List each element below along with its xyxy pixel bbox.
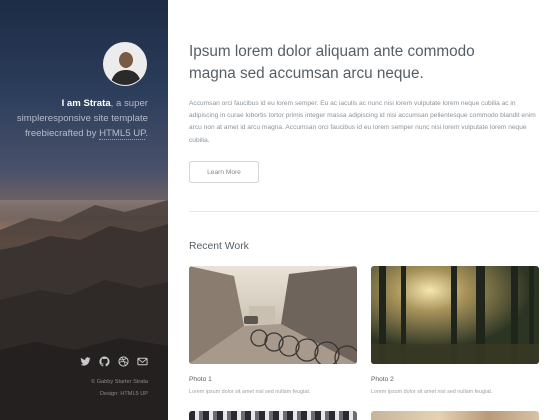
work-thumbnail-3-partial[interactable] [189, 411, 357, 420]
lead-paragraph: Accumsan orci faucibus id eu lorem sempe… [189, 100, 536, 144]
work-item-1: Photo 1 Lorem ipsum dolor sit amet nisl … [189, 266, 357, 395]
intro-line3-prefix: freebiecrafted by [24, 128, 100, 139]
intro-line1-rest: , a super [110, 98, 148, 109]
street-photo [189, 266, 357, 364]
learn-more-button[interactable]: Learn More [189, 161, 259, 183]
forest-photo [371, 266, 539, 364]
html5up-link[interactable]: HTML5 UP [99, 128, 146, 140]
twitter-icon[interactable] [80, 356, 91, 367]
work-desc-2: Lorem ipsum dolor sit amet nisl sed null… [371, 389, 493, 395]
dribbble-icon[interactable] [118, 356, 129, 367]
page-headline: Ipsum lorem dolor aliquam ante commodo m… [189, 41, 489, 85]
work-caption-1: Photo 1 [189, 376, 212, 383]
intro-line3-suffix: . [145, 128, 148, 139]
section-divider [189, 211, 539, 212]
work-thumbnail-2[interactable] [371, 266, 539, 364]
work-desc-1: Lorem ipsum dolor sit amet nisl sed null… [189, 389, 311, 395]
github-icon[interactable] [99, 356, 110, 367]
work-caption-2: Photo 2 [371, 376, 394, 383]
credit-design[interactable]: Design: HTML5 UP [91, 388, 148, 400]
work-thumbnail-1[interactable] [189, 266, 357, 364]
headline-line1: Ipsum lorem dolor aliquam ante commodo [189, 43, 475, 60]
avatar [103, 42, 147, 86]
recent-work-title: Recent Work [189, 241, 249, 252]
credit-copyright: © Gabby Starter Strata [91, 379, 148, 385]
social-links [80, 356, 148, 367]
intro-name: I am Strata [61, 98, 111, 109]
intro-text: I am Strata, a super simpleresponsive si… [0, 96, 148, 141]
main-content: Ipsum lorem dolor aliquam ante commodo m… [168, 0, 560, 420]
envelope-icon[interactable] [137, 356, 148, 367]
intro-line2: simpleresponsive site template [16, 113, 148, 124]
sidebar: I am Strata, a super simpleresponsive si… [0, 0, 168, 420]
work-thumbnail-4-partial[interactable] [371, 411, 539, 420]
work-item-2: Photo 2 Lorem ipsum dolor sit amet nisl … [371, 266, 539, 395]
headline-line2: magna sed accumsan arcu neque. [189, 65, 424, 82]
credits: © Gabby Starter Strata Design: HTML5 UP [91, 376, 148, 400]
